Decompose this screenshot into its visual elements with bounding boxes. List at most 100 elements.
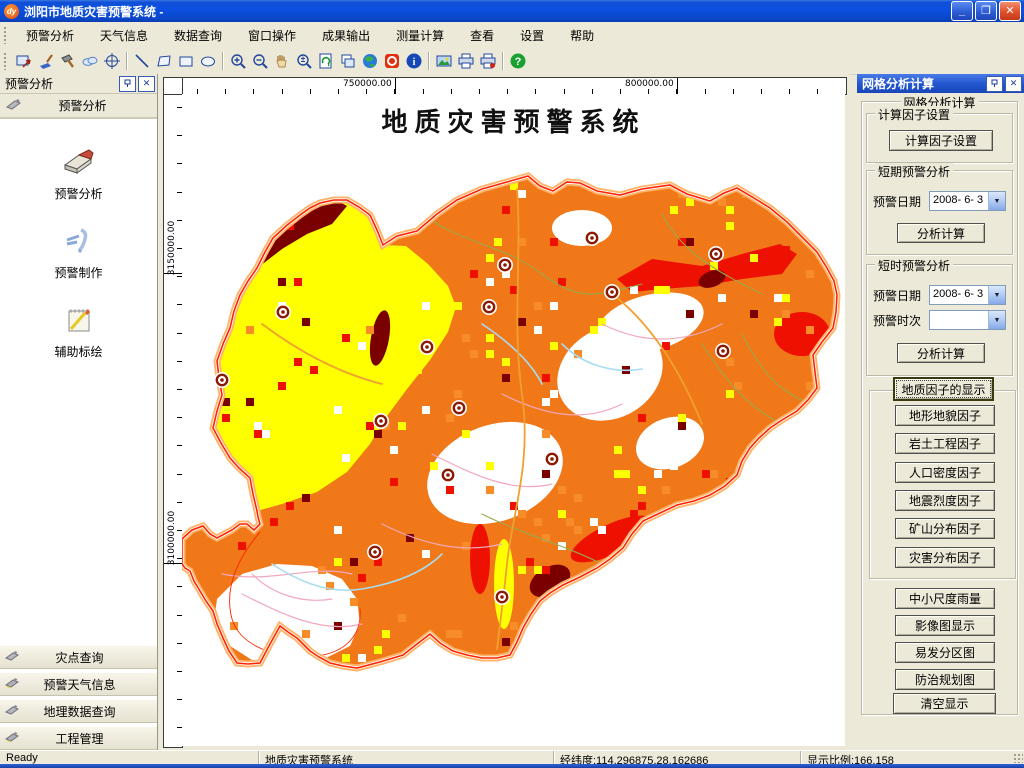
menu-settings[interactable]: 设置	[507, 23, 557, 48]
close-button[interactable]: ✕	[999, 1, 1021, 21]
geo-tool-icon	[4, 704, 20, 718]
geo-factor-display-button[interactable]: 地质因子的显示	[893, 377, 994, 401]
town-marker	[367, 544, 383, 560]
menu-view[interactable]: 查看	[457, 23, 507, 48]
restore-button[interactable]: ❐	[975, 1, 997, 21]
draw-ellipse-icon[interactable]	[197, 50, 219, 72]
ruler-tick	[395, 78, 396, 94]
menu-measure-calc[interactable]: 测量计算	[383, 23, 457, 48]
locate-center-icon[interactable]	[101, 50, 123, 72]
draw-polygon-icon[interactable]	[153, 50, 175, 72]
chevron-down-icon[interactable]: ▼	[988, 311, 1005, 329]
short-time-date-combo[interactable]: 2008- 6- 3 ▼	[929, 285, 1006, 305]
accordion-weather-info[interactable]: 预警天气信息	[0, 672, 157, 696]
short-time-group: 短时预警分析 预警日期 2008- 6- 3 ▼ 预警时次 ▼ 分析计算	[866, 257, 1013, 376]
item-warning-production[interactable]: 预警制作	[54, 224, 103, 281]
help-icon[interactable]: ?	[507, 50, 529, 72]
calc-factor-group: 计算因子设置 计算因子设置	[866, 106, 1013, 163]
style-brush-icon[interactable]	[35, 50, 57, 72]
geotech-factor-button[interactable]: 岩土工程因子	[895, 433, 995, 454]
accordion-project-management[interactable]: 工程管理	[0, 726, 157, 750]
production-pen-icon	[61, 224, 95, 259]
disaster-factor-button[interactable]: 灾害分布因子	[895, 547, 995, 568]
population-factor-button[interactable]: 人口密度因子	[895, 462, 995, 483]
application-window: dy 浏阳市地质灾害预警系统 - _ ❐ ✕ 预警分析 天气信息 数据查询 窗口…	[0, 0, 1024, 768]
close-icon[interactable]: ✕	[1005, 75, 1022, 92]
resize-grip[interactable]	[1013, 753, 1023, 763]
status-ready: Ready	[6, 752, 38, 764]
town-marker	[715, 343, 731, 359]
print-map-icon[interactable]	[455, 50, 477, 72]
minimize-button[interactable]: _	[951, 1, 973, 21]
copy-layers-icon[interactable]	[337, 50, 359, 72]
toolbar-grip[interactable]	[3, 52, 8, 70]
hammer-icon[interactable]	[57, 50, 79, 72]
ruler-label: 750000.00	[343, 79, 392, 89]
chevron-down-icon[interactable]: ▼	[988, 192, 1005, 210]
short-time-calc-button[interactable]: 分析计算	[897, 343, 985, 363]
close-icon[interactable]: ✕	[138, 75, 155, 92]
cloud-icon[interactable]	[79, 50, 101, 72]
right-panel: 网格分析计算 ✕ 网格分析计算 计算因子设置 计算因子设置 短期预警分析 预警日…	[857, 74, 1024, 750]
image-display-button[interactable]: 影像图显示	[895, 615, 995, 636]
horizontal-ruler: 750000.00 800000.00	[182, 77, 847, 95]
left-panel-header[interactable]: 预警分析	[0, 94, 157, 119]
stop-display-icon[interactable]	[381, 50, 403, 72]
left-panel-header-label: 预警分析	[58, 99, 107, 113]
menu-window-ops[interactable]: 窗口操作	[235, 23, 309, 48]
draw-rectangle-icon[interactable]	[175, 50, 197, 72]
image-display-icon[interactable]	[433, 50, 455, 72]
right-panel-title: 网格分析计算	[862, 77, 935, 91]
prevention-plan-button[interactable]: 防治规划图	[895, 669, 995, 690]
pin-icon[interactable]	[119, 75, 136, 92]
terrain-factor-button[interactable]: 地形地貌因子	[895, 405, 995, 426]
mine-factor-button[interactable]: 矿山分布因子	[895, 518, 995, 539]
zoom-extent-icon[interactable]	[293, 50, 315, 72]
menu-help[interactable]: 帮助	[557, 23, 607, 48]
toolbar-separator	[126, 52, 128, 70]
chevron-down-icon[interactable]: ▼	[988, 286, 1005, 304]
calc-factor-settings-button[interactable]: 计算因子设置	[889, 130, 993, 151]
pin-icon[interactable]	[986, 75, 1003, 92]
refresh-view-icon[interactable]	[315, 50, 337, 72]
menu-warning-analysis[interactable]: 预警分析	[13, 23, 87, 48]
zoom-out-icon[interactable]	[249, 50, 271, 72]
pan-hand-icon[interactable]	[271, 50, 293, 72]
menu-bar: 预警分析 天气信息 数据查询 窗口操作 成果输出 测量计算 查看 设置 帮助	[0, 22, 1024, 49]
globe-icon[interactable]	[359, 50, 381, 72]
item-auxiliary-plot[interactable]: 辅助标绘	[54, 303, 103, 360]
short-term-date-combo[interactable]: 2008- 6- 3 ▼	[929, 191, 1006, 211]
print-setup-icon[interactable]	[477, 50, 499, 72]
accordion-disaster-query[interactable]: 灾点查询	[0, 645, 157, 669]
town-marker	[214, 372, 230, 388]
town-marker	[451, 400, 467, 416]
draw-line-icon[interactable]	[131, 50, 153, 72]
menu-grip[interactable]	[3, 26, 8, 44]
accordion-label: 预警天气信息	[43, 677, 116, 692]
accordion-geo-data-query[interactable]: 地理数据查询	[0, 699, 157, 723]
stamp-icon	[5, 98, 22, 113]
item-warning-analysis[interactable]: 预警分析	[54, 145, 103, 202]
short-term-calc-button[interactable]: 分析计算	[897, 223, 985, 243]
info-icon[interactable]: i	[403, 50, 425, 72]
seismic-factor-button[interactable]: 地震烈度因子	[895, 490, 995, 511]
window-bottom-border	[0, 764, 1024, 768]
map-title: 地质灾害预警系统	[381, 108, 646, 138]
combo-value: 2008- 6- 3	[933, 288, 984, 300]
ruler-tick	[164, 273, 182, 274]
clear-display-button[interactable]: 清空显示	[893, 693, 996, 714]
short-time-slot-combo[interactable]: ▼	[929, 310, 1006, 330]
map-canvas[interactable]: 地质灾害预警系统	[182, 94, 845, 746]
time-label: 预警时次	[873, 313, 922, 328]
town-marker	[419, 339, 435, 355]
toolbar: i ?	[0, 48, 1024, 75]
menu-data-query[interactable]: 数据查询	[161, 23, 235, 48]
menu-result-output[interactable]: 成果输出	[309, 23, 383, 48]
map-select-icon[interactable]	[13, 50, 35, 72]
group-title: 计算因子设置	[875, 106, 954, 123]
status-scale: 显示比例:166.158	[800, 751, 1013, 765]
susceptibility-map-button[interactable]: 易发分区图	[895, 642, 995, 663]
menu-weather-info[interactable]: 天气信息	[87, 23, 161, 48]
rainfall-button[interactable]: 中小尺度雨量	[895, 588, 995, 609]
zoom-in-icon[interactable]	[227, 50, 249, 72]
